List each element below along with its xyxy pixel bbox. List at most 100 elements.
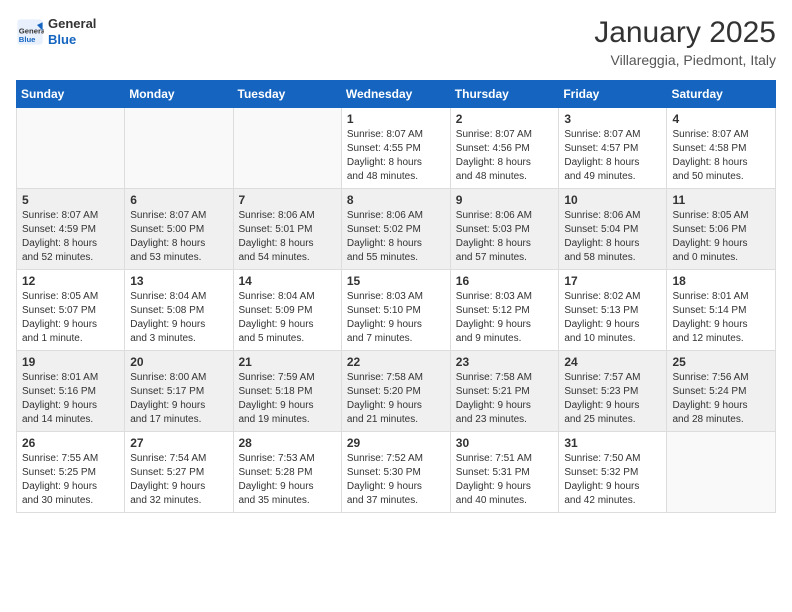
day-number: 26 bbox=[22, 436, 119, 450]
calendar-cell: 17 Sunrise: 8:02 AM Sunset: 5:13 PM Dayli… bbox=[559, 270, 667, 351]
calendar-week-row: 26 Sunrise: 7:55 AM Sunset: 5:25 PM Dayli… bbox=[17, 432, 776, 513]
calendar-cell: 8Sunrise: 8:06 AM Sunset: 5:02 PM Daylig… bbox=[341, 189, 450, 270]
day-number: 14 bbox=[239, 274, 336, 288]
day-number: 1 bbox=[347, 112, 445, 126]
day-info: Sunrise: 7:51 AM Sunset: 5:31 PM Dayligh… bbox=[456, 452, 554, 508]
calendar-cell: 19Sunrise: 8:01 AM Sunset: 5:16 PM Dayli… bbox=[17, 351, 125, 432]
day-number: 30 bbox=[456, 436, 554, 450]
calendar-cell: 25 Sunrise: 7:56 AM Sunset: 5:24 PM Dayli… bbox=[667, 351, 776, 432]
day-number: 23 bbox=[456, 355, 554, 369]
day-number: 22 bbox=[347, 355, 445, 369]
day-info: Sunrise: 8:07 AM Sunset: 4:56 PM Dayligh… bbox=[456, 128, 554, 184]
day-info: Sunrise: 7:50 AM Sunset: 5:32 PM Dayligh… bbox=[564, 452, 661, 508]
title-area: January 2025 Villareggia, Piedmont, Ital… bbox=[594, 16, 776, 68]
calendar-cell: 10 Sunrise: 8:06 AM Sunset: 5:04 PM Dayli… bbox=[559, 189, 667, 270]
weekday-header-row: SundayMondayTuesdayWednesdayThursdayFrid… bbox=[17, 81, 776, 108]
day-number: 20 bbox=[130, 355, 227, 369]
day-number: 25 bbox=[672, 355, 770, 369]
calendar-cell: 18Sunrise: 8:01 AM Sunset: 5:14 PM Dayli… bbox=[667, 270, 776, 351]
day-number: 18 bbox=[672, 274, 770, 288]
calendar-cell bbox=[125, 108, 233, 189]
calendar-cell: 20Sunrise: 8:00 AM Sunset: 5:17 PM Dayli… bbox=[125, 351, 233, 432]
day-info: Sunrise: 8:03 AM Sunset: 5:10 PM Dayligh… bbox=[347, 290, 445, 346]
day-number: 17 bbox=[564, 274, 661, 288]
day-info: Sunrise: 8:03 AM Sunset: 5:12 PM Dayligh… bbox=[456, 290, 554, 346]
calendar-cell: 5 Sunrise: 8:07 AM Sunset: 4:59 PM Daylig… bbox=[17, 189, 125, 270]
page-header: General Blue General Blue January 2025 V… bbox=[16, 16, 776, 68]
calendar-cell: 24Sunrise: 7:57 AM Sunset: 5:23 PM Dayli… bbox=[559, 351, 667, 432]
calendar-cell: 2 Sunrise: 8:07 AM Sunset: 4:56 PM Daylig… bbox=[450, 108, 559, 189]
calendar-cell: 12 Sunrise: 8:05 AM Sunset: 5:07 PM Dayli… bbox=[17, 270, 125, 351]
location: Villareggia, Piedmont, Italy bbox=[594, 52, 776, 68]
day-number: 31 bbox=[564, 436, 661, 450]
calendar-cell: 4Sunrise: 8:07 AM Sunset: 4:58 PM Daylig… bbox=[667, 108, 776, 189]
day-number: 15 bbox=[347, 274, 445, 288]
logo-icon: General Blue bbox=[16, 18, 44, 46]
logo: General Blue General Blue bbox=[16, 16, 96, 47]
day-number: 7 bbox=[239, 193, 336, 207]
logo-blue: Blue bbox=[48, 32, 96, 48]
day-number: 28 bbox=[239, 436, 336, 450]
day-info: Sunrise: 8:06 AM Sunset: 5:04 PM Dayligh… bbox=[564, 209, 661, 265]
logo-text: General Blue bbox=[48, 16, 96, 47]
day-info: Sunrise: 7:57 AM Sunset: 5:23 PM Dayligh… bbox=[564, 371, 661, 427]
day-number: 5 bbox=[22, 193, 119, 207]
day-info: Sunrise: 8:05 AM Sunset: 5:06 PM Dayligh… bbox=[672, 209, 770, 265]
day-number: 3 bbox=[564, 112, 661, 126]
calendar-cell: 23 Sunrise: 7:58 AM Sunset: 5:21 PM Dayli… bbox=[450, 351, 559, 432]
calendar-cell: 7 Sunrise: 8:06 AM Sunset: 5:01 PM Daylig… bbox=[233, 189, 341, 270]
calendar-cell: 9 Sunrise: 8:06 AM Sunset: 5:03 PM Daylig… bbox=[450, 189, 559, 270]
weekday-header: Tuesday bbox=[233, 81, 341, 108]
weekday-header: Thursday bbox=[450, 81, 559, 108]
calendar-cell: 16 Sunrise: 8:03 AM Sunset: 5:12 PM Dayli… bbox=[450, 270, 559, 351]
calendar-cell: 15 Sunrise: 8:03 AM Sunset: 5:10 PM Dayli… bbox=[341, 270, 450, 351]
day-number: 16 bbox=[456, 274, 554, 288]
calendar-week-row: 19Sunrise: 8:01 AM Sunset: 5:16 PM Dayli… bbox=[17, 351, 776, 432]
day-info: Sunrise: 8:04 AM Sunset: 5:08 PM Dayligh… bbox=[130, 290, 227, 346]
calendar-week-row: 1Sunrise: 8:07 AM Sunset: 4:55 PM Daylig… bbox=[17, 108, 776, 189]
day-info: Sunrise: 8:04 AM Sunset: 5:09 PM Dayligh… bbox=[239, 290, 336, 346]
day-info: Sunrise: 8:07 AM Sunset: 4:59 PM Dayligh… bbox=[22, 209, 119, 265]
calendar-week-row: 5 Sunrise: 8:07 AM Sunset: 4:59 PM Daylig… bbox=[17, 189, 776, 270]
day-number: 9 bbox=[456, 193, 554, 207]
day-number: 11 bbox=[672, 193, 770, 207]
day-info: Sunrise: 7:58 AM Sunset: 5:21 PM Dayligh… bbox=[456, 371, 554, 427]
day-info: Sunrise: 8:07 AM Sunset: 4:57 PM Dayligh… bbox=[564, 128, 661, 184]
calendar-cell: 28 Sunrise: 7:53 AM Sunset: 5:28 PM Dayli… bbox=[233, 432, 341, 513]
calendar: SundayMondayTuesdayWednesdayThursdayFrid… bbox=[16, 80, 776, 513]
weekday-header: Monday bbox=[125, 81, 233, 108]
calendar-cell: 13 Sunrise: 8:04 AM Sunset: 5:08 PM Dayli… bbox=[125, 270, 233, 351]
calendar-cell: 6Sunrise: 8:07 AM Sunset: 5:00 PM Daylig… bbox=[125, 189, 233, 270]
calendar-cell bbox=[17, 108, 125, 189]
day-info: Sunrise: 8:05 AM Sunset: 5:07 PM Dayligh… bbox=[22, 290, 119, 346]
day-info: Sunrise: 8:06 AM Sunset: 5:01 PM Dayligh… bbox=[239, 209, 336, 265]
day-number: 2 bbox=[456, 112, 554, 126]
day-number: 8 bbox=[347, 193, 445, 207]
day-info: Sunrise: 8:02 AM Sunset: 5:13 PM Dayligh… bbox=[564, 290, 661, 346]
day-info: Sunrise: 7:56 AM Sunset: 5:24 PM Dayligh… bbox=[672, 371, 770, 427]
day-number: 12 bbox=[22, 274, 119, 288]
calendar-cell: 30 Sunrise: 7:51 AM Sunset: 5:31 PM Dayli… bbox=[450, 432, 559, 513]
day-info: Sunrise: 8:06 AM Sunset: 5:03 PM Dayligh… bbox=[456, 209, 554, 265]
day-number: 6 bbox=[130, 193, 227, 207]
svg-text:Blue: Blue bbox=[19, 34, 36, 43]
calendar-cell: 26 Sunrise: 7:55 AM Sunset: 5:25 PM Dayli… bbox=[17, 432, 125, 513]
day-info: Sunrise: 8:07 AM Sunset: 4:58 PM Dayligh… bbox=[672, 128, 770, 184]
day-info: Sunrise: 7:53 AM Sunset: 5:28 PM Dayligh… bbox=[239, 452, 336, 508]
calendar-cell: 29Sunrise: 7:52 AM Sunset: 5:30 PM Dayli… bbox=[341, 432, 450, 513]
calendar-cell: 14 Sunrise: 8:04 AM Sunset: 5:09 PM Dayli… bbox=[233, 270, 341, 351]
calendar-week-row: 12 Sunrise: 8:05 AM Sunset: 5:07 PM Dayli… bbox=[17, 270, 776, 351]
day-number: 21 bbox=[239, 355, 336, 369]
weekday-header: Sunday bbox=[17, 81, 125, 108]
calendar-cell: 22Sunrise: 7:58 AM Sunset: 5:20 PM Dayli… bbox=[341, 351, 450, 432]
weekday-header: Saturday bbox=[667, 81, 776, 108]
day-number: 10 bbox=[564, 193, 661, 207]
logo-general: General bbox=[48, 16, 96, 32]
day-number: 19 bbox=[22, 355, 119, 369]
day-number: 29 bbox=[347, 436, 445, 450]
weekday-header: Wednesday bbox=[341, 81, 450, 108]
calendar-cell: 27Sunrise: 7:54 AM Sunset: 5:27 PM Dayli… bbox=[125, 432, 233, 513]
day-number: 13 bbox=[130, 274, 227, 288]
day-info: Sunrise: 7:55 AM Sunset: 5:25 PM Dayligh… bbox=[22, 452, 119, 508]
calendar-cell bbox=[233, 108, 341, 189]
